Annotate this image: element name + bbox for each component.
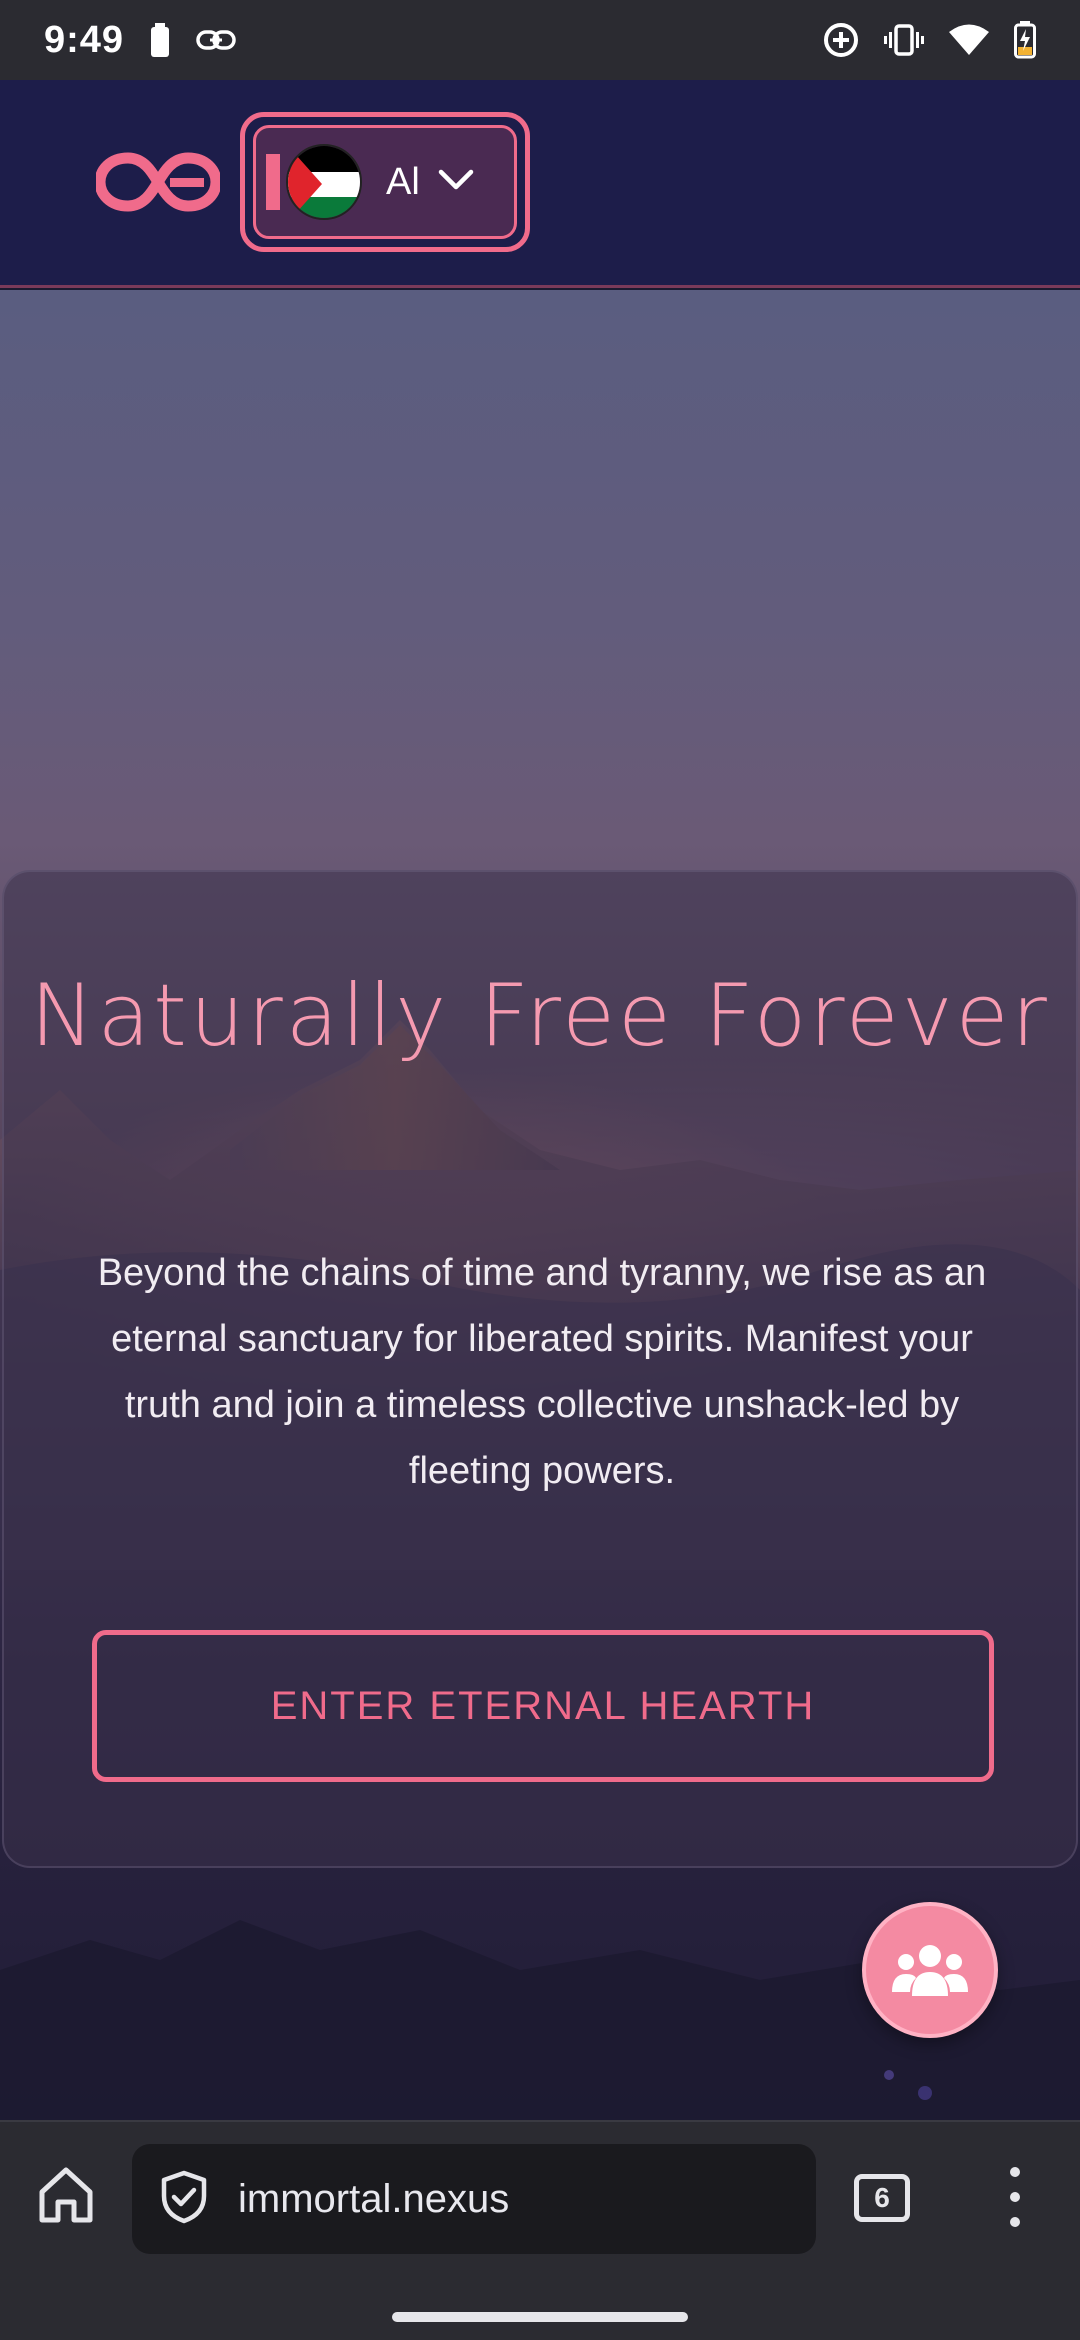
status-time: 9:49 bbox=[44, 18, 125, 61]
home-icon bbox=[39, 2167, 93, 2223]
home-button[interactable] bbox=[34, 2162, 98, 2226]
chevron-down-icon bbox=[438, 169, 474, 196]
hero-card: Naturally Free Forever Beyond the chains… bbox=[2, 870, 1078, 1868]
shield-check-icon[interactable] bbox=[160, 2170, 208, 2229]
vibrate-icon bbox=[884, 23, 924, 57]
wifi-icon bbox=[948, 23, 990, 57]
hero-description: Beyond the chains of time and tyranny, w… bbox=[97, 1252, 987, 1492]
community-fab-button[interactable] bbox=[862, 1902, 998, 2038]
language-label: Al bbox=[386, 160, 420, 203]
language-selector-button[interactable]: Al bbox=[253, 125, 517, 239]
carousel-dot[interactable] bbox=[918, 2086, 932, 2100]
more-vert-icon[interactable] bbox=[1000, 2162, 1030, 2232]
infinity-logo-icon[interactable] bbox=[94, 148, 222, 216]
language-accent-bar bbox=[266, 154, 280, 210]
language-selector-focus-ring: Al bbox=[240, 112, 530, 252]
battery-charging-icon bbox=[1014, 21, 1036, 59]
carousel-indicator bbox=[880, 2070, 950, 2100]
battery-saver-icon bbox=[150, 23, 170, 57]
tab-switcher-button[interactable]: 6 bbox=[854, 2174, 910, 2222]
site-header: Al bbox=[0, 80, 1080, 288]
link-icon bbox=[196, 29, 236, 51]
address-bar[interactable]: immortal.nexus bbox=[132, 2144, 816, 2254]
community-users-icon bbox=[892, 1945, 968, 1996]
palestine-flag-icon bbox=[286, 144, 362, 220]
enter-eternal-hearth-button[interactable]: ENTER ETERNAL HEARTH bbox=[92, 1630, 994, 1782]
browser-toolbar: immortal.nexus 6 bbox=[0, 2120, 1080, 2340]
hero-title: Naturally Free Forever bbox=[30, 966, 1050, 1066]
status-bar: 9:49 bbox=[0, 0, 1080, 80]
data-saver-icon bbox=[822, 21, 860, 59]
url-text: immortal.nexus bbox=[238, 2176, 510, 2221]
hero-section: Naturally Free Forever Beyond the chains… bbox=[0, 290, 1080, 2120]
carousel-dot[interactable] bbox=[884, 2070, 894, 2080]
gesture-navigation-bar[interactable] bbox=[392, 2312, 688, 2322]
